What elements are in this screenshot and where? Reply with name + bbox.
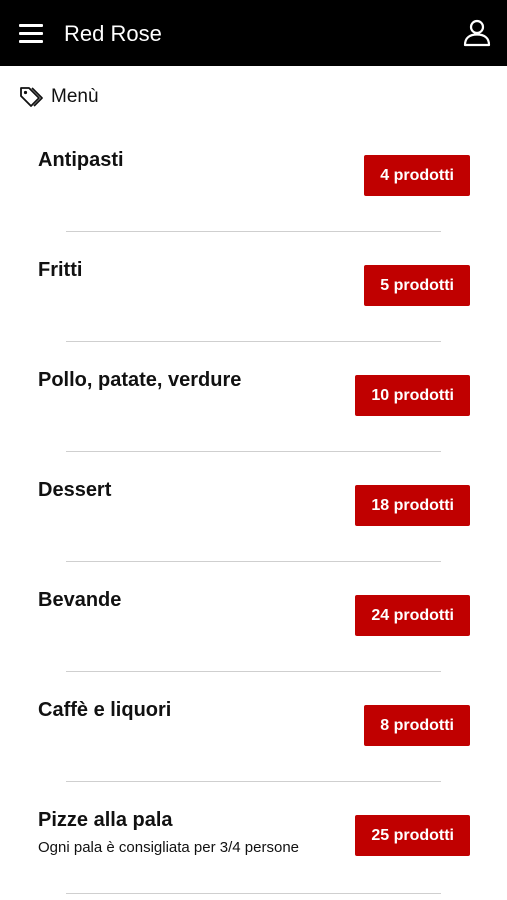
category-item-pollo-patate-verdure[interactable]: Pollo, patate, verdure 10 prodotti <box>0 342 507 452</box>
category-name: Antipasti <box>38 149 124 171</box>
top-app-bar: Red Rose <box>0 0 507 66</box>
category-name: Dessert <box>38 479 112 501</box>
category-item-dessert[interactable]: Dessert 18 prodotti <box>0 452 507 562</box>
product-count-badge[interactable]: 5 prodotti <box>364 265 470 306</box>
product-count-badge[interactable]: 25 prodotti <box>355 815 470 856</box>
user-account-icon[interactable] <box>462 18 492 48</box>
divider <box>66 893 441 894</box>
category-item-caffe-e-liquori[interactable]: Caffè e liquori 8 prodotti <box>0 672 507 782</box>
category-name: Bevande <box>38 589 122 611</box>
category-item-pizze-alla-pala[interactable]: Pizze alla pala Ogni pala è consigliata … <box>0 782 507 894</box>
category-name: Pizze alla pala <box>38 809 173 831</box>
category-name: Fritti <box>38 259 83 281</box>
product-count-badge[interactable]: 18 prodotti <box>355 485 470 526</box>
category-description: Ogni pala è consigliata per 3/4 persone <box>38 839 300 856</box>
product-count-badge[interactable]: 8 prodotti <box>364 705 470 746</box>
product-count-badge[interactable]: 4 prodotti <box>364 155 470 196</box>
category-item-antipasti[interactable]: Antipasti 4 prodotti <box>0 122 507 232</box>
category-name: Caffè e liquori <box>38 699 172 721</box>
tag-icon <box>20 87 43 107</box>
category-name: Pollo, patate, verdure <box>38 369 242 391</box>
breadcrumb[interactable]: Menù <box>19 84 99 110</box>
category-item-bevande[interactable]: Bevande 24 prodotti <box>0 562 507 672</box>
category-item-fritti[interactable]: Fritti 5 prodotti <box>0 232 507 342</box>
product-count-badge[interactable]: 10 prodotti <box>355 375 470 416</box>
breadcrumb-label: Menù <box>51 86 99 107</box>
app-title: Red Rose <box>64 21 162 46</box>
hamburger-menu-icon[interactable] <box>19 22 43 46</box>
product-count-badge[interactable]: 24 prodotti <box>355 595 470 636</box>
category-list: Antipasti 4 prodotti Fritti 5 prodotti P… <box>0 122 507 894</box>
